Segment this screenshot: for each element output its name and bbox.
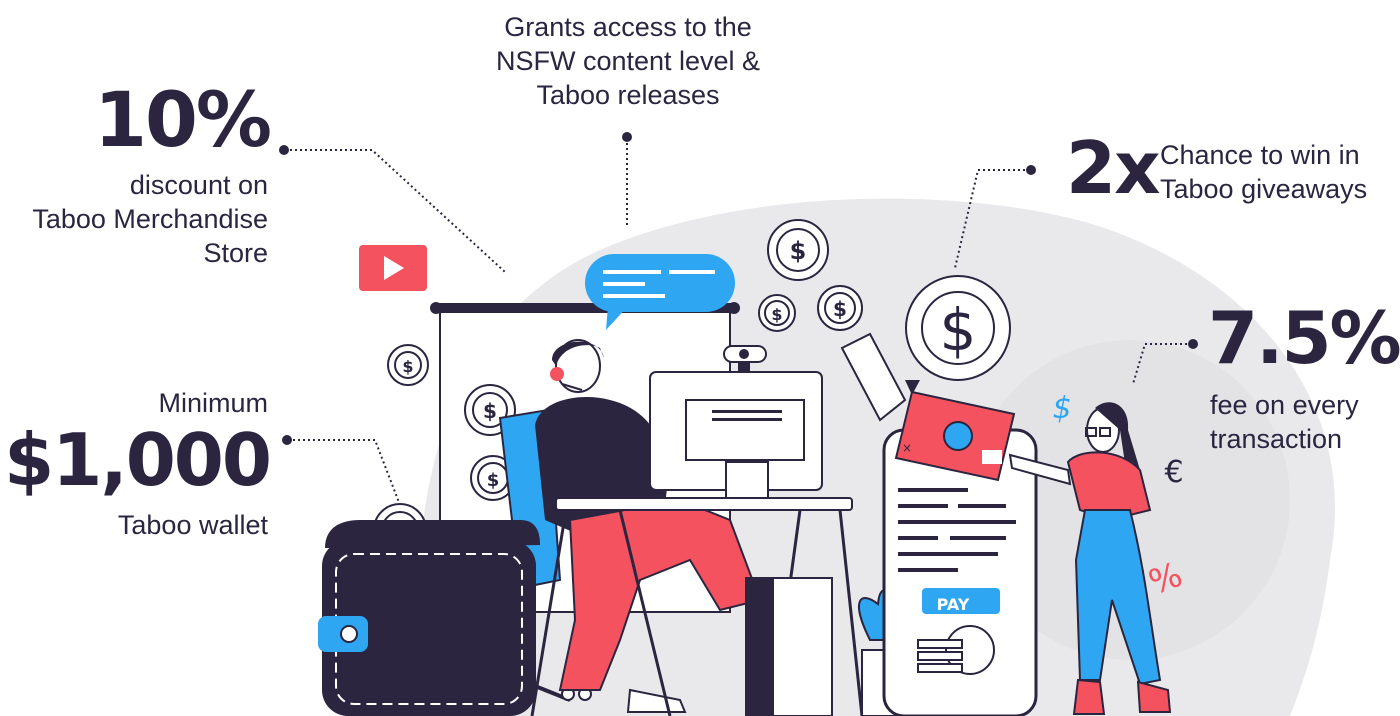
discount-line-3: Store [203, 238, 268, 268]
access-line-3: Taboo releases [536, 80, 720, 110]
giveaway-description: Chance to win in Taboo giveaways [1160, 138, 1367, 206]
wallet-value: $1,000 [4, 418, 272, 502]
svg-text:$: $ [940, 296, 977, 364]
discount-line-2: Taboo Merchandise [32, 204, 268, 234]
wallet-label-top: Minimum [158, 388, 268, 418]
access-line-2: NSFW content level & [495, 46, 761, 76]
svg-text:$: $ [402, 357, 413, 376]
svg-text:$: $ [487, 470, 500, 491]
svg-text:$: $ [771, 305, 782, 324]
computer-monitor [649, 371, 823, 499]
svg-text:$: $ [483, 399, 497, 423]
fee-line-1: fee on every [1210, 390, 1359, 420]
discount-line-1: discount on [129, 170, 268, 200]
pay-button-label: PAY [937, 595, 970, 614]
access-description: Grants access to the NSFW content level … [480, 10, 776, 112]
giveaway-line-1: Chance to win in [1160, 140, 1360, 170]
access-line-1: Grants access to the [504, 12, 752, 42]
dollar-symbol-text: $ [1052, 391, 1071, 426]
phone-close-symbol: × [902, 441, 912, 455]
svg-text:$: $ [790, 237, 807, 265]
discount-description: discount on Taboo Merchandise Store [32, 168, 268, 270]
discount-value: 10% [94, 75, 272, 164]
giveaway-value: 2x [1066, 126, 1161, 210]
play-icon [359, 245, 427, 291]
wallet-label-bottom: Taboo wallet [117, 510, 268, 540]
euro-symbol-text: € [1164, 455, 1183, 490]
wallet [318, 520, 540, 716]
fee-description: fee on every transaction [1210, 388, 1359, 456]
giveaway-line-2: Taboo giveaways [1160, 174, 1368, 204]
fee-value: 7.5% [1208, 296, 1400, 380]
phone [882, 428, 1038, 716]
svg-text:$: $ [833, 297, 847, 321]
fee-line-2: transaction [1210, 424, 1343, 454]
